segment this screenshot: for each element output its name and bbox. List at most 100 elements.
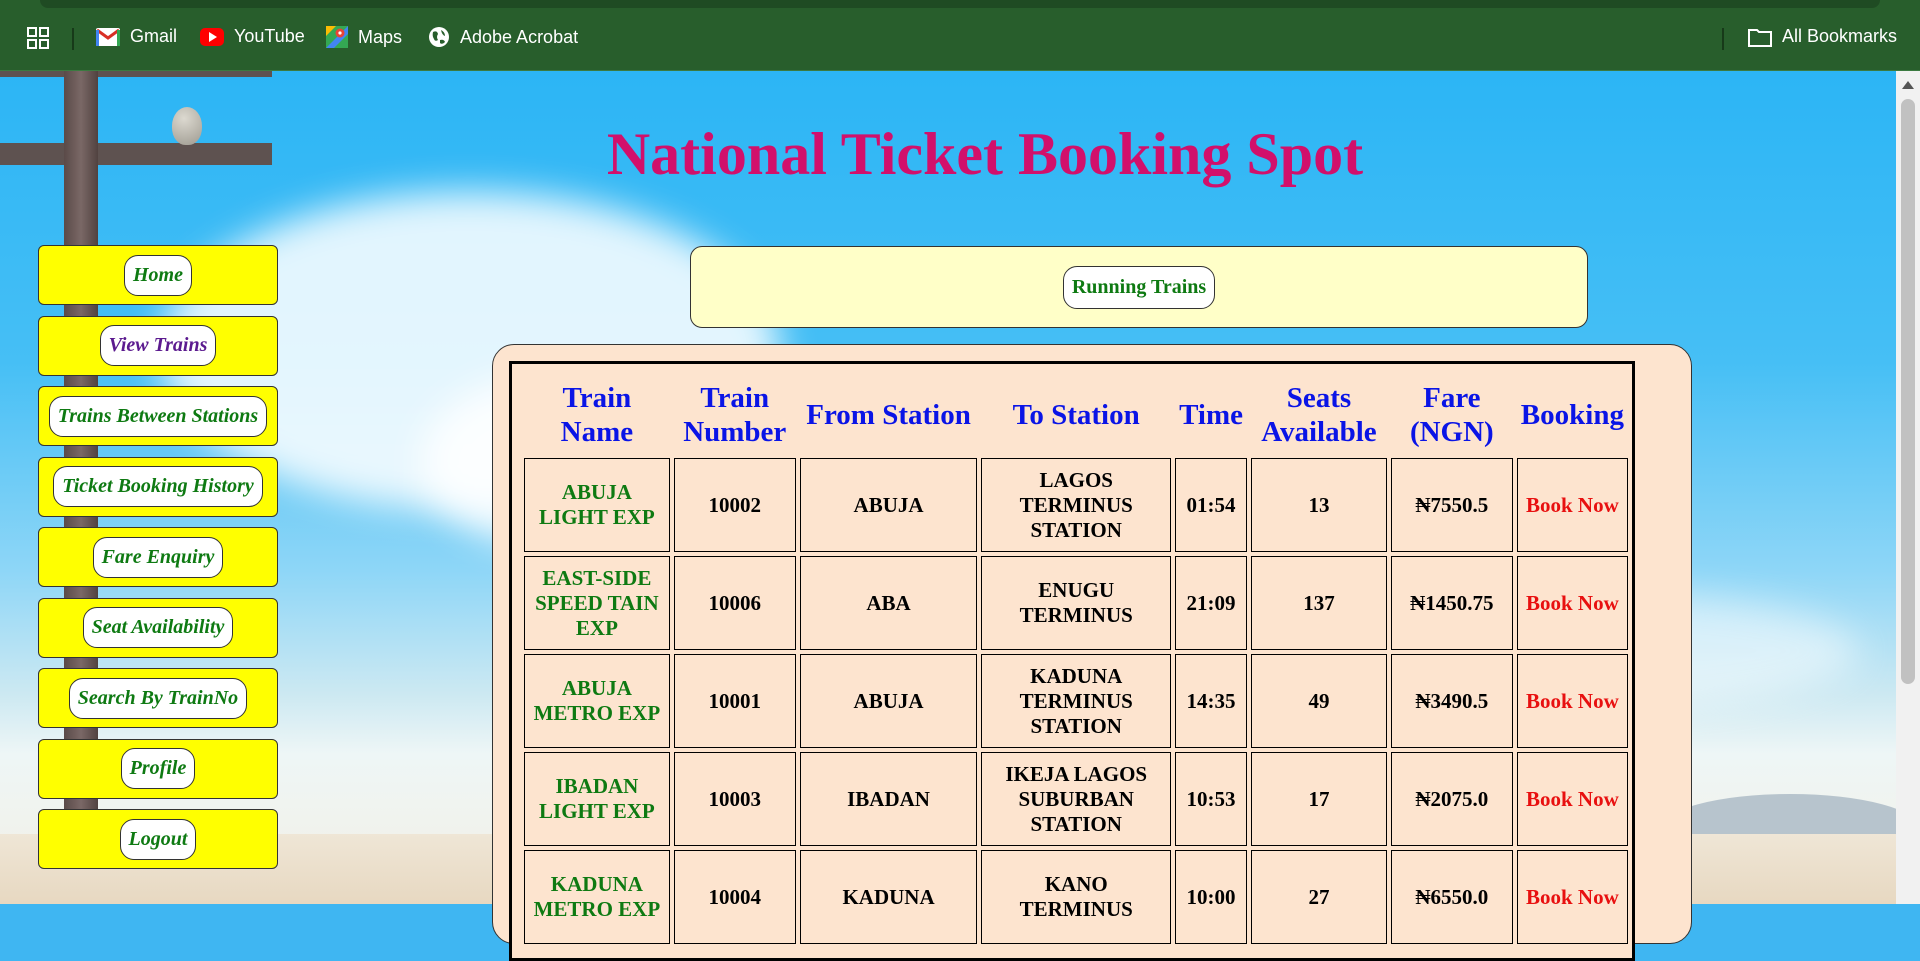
bookmark-label: YouTube	[234, 26, 305, 46]
menu-item-view-trains[interactable]: View Trains	[38, 315, 278, 376]
trains-table-frame: Train Name Train Number From Station To …	[509, 361, 1635, 961]
book-now-link[interactable]: Book Now	[1516, 654, 1628, 748]
gmail-icon	[96, 27, 120, 46]
menu-item-trains-between-stations[interactable]: Trains Between Stations	[38, 386, 278, 446]
header-fare: Fare (NGN)	[1409, 382, 1494, 448]
cell-seats: 17	[1250, 752, 1387, 846]
book-now-link[interactable]: Book Now	[1516, 458, 1628, 552]
scrollbar-thumb[interactable]	[1901, 99, 1915, 684]
cell-to-station: KADUNA TERMINUS STATION	[981, 654, 1172, 748]
cell-from-station: ABUJA	[799, 458, 978, 552]
bookmark-adobe-acrobat[interactable]: Adobe Acrobat	[428, 26, 578, 48]
cell-fare: ₦7550.5	[1390, 458, 1513, 552]
youtube-icon	[200, 27, 224, 46]
cell-from-station: ABUJA	[799, 654, 978, 748]
bookmark-label: Gmail	[130, 26, 178, 46]
page-scrollbar[interactable]	[1896, 71, 1920, 904]
scroll-up-arrow-icon[interactable]	[1902, 81, 1914, 89]
trains-table: Train Name Train Number From Station To …	[520, 372, 1632, 948]
menu-item-profile[interactable]: Profile	[38, 738, 278, 799]
cell-seats: 137	[1250, 556, 1387, 650]
menu-profile-button[interactable]: Profile	[120, 748, 196, 789]
cell-train-name: EAST-SIDE SPEED TAIN EXP	[524, 556, 670, 650]
menu-home-button[interactable]: Home	[124, 254, 192, 296]
bookmark-label: Maps	[358, 26, 403, 47]
table-row: KADUNA METRO EXP 10004 KADUNA KANO TERMI…	[524, 850, 1628, 944]
bookmarks-bar: Gmail YouTube Maps Adobe Acrobat All Boo…	[0, 0, 1920, 71]
all-bookmarks-button[interactable]: All Bookmarks	[1748, 26, 1897, 47]
bookmark-youtube[interactable]: YouTube	[200, 26, 305, 47]
bookmark-gmail[interactable]: Gmail	[96, 26, 177, 47]
menu-view-trains-button[interactable]: View Trains	[99, 325, 217, 366]
book-now-link[interactable]: Book Now	[1516, 752, 1628, 846]
page-title: National Ticket Booking Spot	[606, 121, 1364, 187]
cell-from-station: IBADAN	[799, 752, 978, 846]
table-header-row: Train Name Train Number From Station To …	[524, 376, 1628, 454]
apps-grid-icon[interactable]	[26, 26, 50, 50]
cell-fare: ₦3490.5	[1390, 654, 1513, 748]
menu-trains-between-stations-button[interactable]: Trains Between Stations	[48, 395, 268, 437]
running-trains-button[interactable]: Running Trains	[1062, 265, 1216, 309]
header-booking: Booking	[1520, 399, 1624, 431]
cell-seats: 49	[1250, 654, 1387, 748]
cell-seats: 13	[1250, 458, 1387, 552]
cell-train-name: IBADAN LIGHT EXP	[524, 752, 670, 846]
trains-table-panel: Train Name Train Number From Station To …	[492, 344, 1692, 961]
book-now-link[interactable]: Book Now	[1516, 556, 1628, 650]
cell-fare: ₦6550.0	[1390, 850, 1513, 944]
menu-item-fare-enquiry[interactable]: Fare Enquiry	[38, 527, 278, 587]
menu-item-logout[interactable]: Logout	[38, 809, 278, 869]
cell-to-station: KANO TERMINUS	[981, 850, 1172, 944]
header-time: Time	[1179, 399, 1243, 431]
cell-to-station: ENUGU TERMINUS	[981, 556, 1172, 650]
menu-ticket-booking-history-button[interactable]: Ticket Booking History	[53, 466, 263, 507]
folder-icon	[1748, 28, 1772, 47]
cell-time: 10:00	[1175, 850, 1247, 944]
side-menu: Home View Trains Trains Between Stations…	[38, 245, 278, 880]
browser-top-edge	[40, 0, 1880, 8]
all-bookmarks-label: All Bookmarks	[1782, 26, 1898, 46]
running-trains-panel: Running Trains	[690, 246, 1588, 328]
table-row: EAST-SIDE SPEED TAIN EXP 10006 ABA ENUGU…	[524, 556, 1628, 650]
cell-from-station: ABA	[799, 556, 978, 650]
header-to-station: To Station	[1012, 399, 1140, 431]
cell-to-station: IKEJA LAGOS SUBURBAN STATION	[981, 752, 1172, 846]
cell-train-number: 10006	[673, 556, 796, 650]
header-train-name: Train Name	[560, 382, 634, 448]
cell-time: 21:09	[1175, 556, 1247, 650]
table-row: ABUJA LIGHT EXP 10002 ABUJA LAGOS TERMIN…	[524, 458, 1628, 552]
cell-fare: ₦2075.0	[1390, 752, 1513, 846]
table-row: ABUJA METRO EXP 10001 ABUJA KADUNA TERMI…	[524, 654, 1628, 748]
bookmark-label: Adobe Acrobat	[460, 26, 579, 47]
menu-item-search-by-trainno[interactable]: Search By TrainNo	[38, 668, 278, 728]
cell-train-number: 10003	[673, 752, 796, 846]
menu-seat-availability-button[interactable]: Seat Availability	[82, 607, 234, 648]
cell-train-number: 10004	[673, 850, 796, 944]
cell-train-name: ABUJA METRO EXP	[524, 654, 670, 748]
table-row: IBADAN LIGHT EXP 10003 IBADAN IKEJA LAGO…	[524, 752, 1628, 846]
globe-icon	[429, 27, 449, 47]
menu-item-home[interactable]: Home	[38, 245, 278, 305]
pole-crossbar-top	[0, 71, 272, 77]
menu-item-ticket-booking-history[interactable]: Ticket Booking History	[38, 456, 278, 517]
book-now-link[interactable]: Book Now	[1516, 850, 1628, 944]
header-train-number: Train Number	[683, 382, 787, 448]
bookmark-maps[interactable]: Maps	[326, 26, 402, 48]
bookmark-separator	[72, 28, 74, 50]
cell-fare: ₦1450.75	[1390, 556, 1513, 650]
maps-icon	[326, 26, 348, 48]
menu-fare-enquiry-button[interactable]: Fare Enquiry	[92, 536, 224, 578]
cell-time: 14:35	[1175, 654, 1247, 748]
cell-to-station: LAGOS TERMINUS STATION	[981, 458, 1172, 552]
menu-search-by-trainno-button[interactable]: Search By TrainNo	[68, 677, 248, 719]
header-seats-available: Seats Available	[1261, 382, 1377, 448]
cell-seats: 27	[1250, 850, 1387, 944]
cell-train-name: ABUJA LIGHT EXP	[524, 458, 670, 552]
header-from-station: From Station	[806, 399, 971, 431]
cell-time: 10:53	[1175, 752, 1247, 846]
menu-logout-button[interactable]: Logout	[119, 818, 197, 860]
menu-item-seat-availability[interactable]: Seat Availability	[38, 597, 278, 658]
cell-time: 01:54	[1175, 458, 1247, 552]
cell-train-number: 10002	[673, 458, 796, 552]
cell-from-station: KADUNA	[799, 850, 978, 944]
